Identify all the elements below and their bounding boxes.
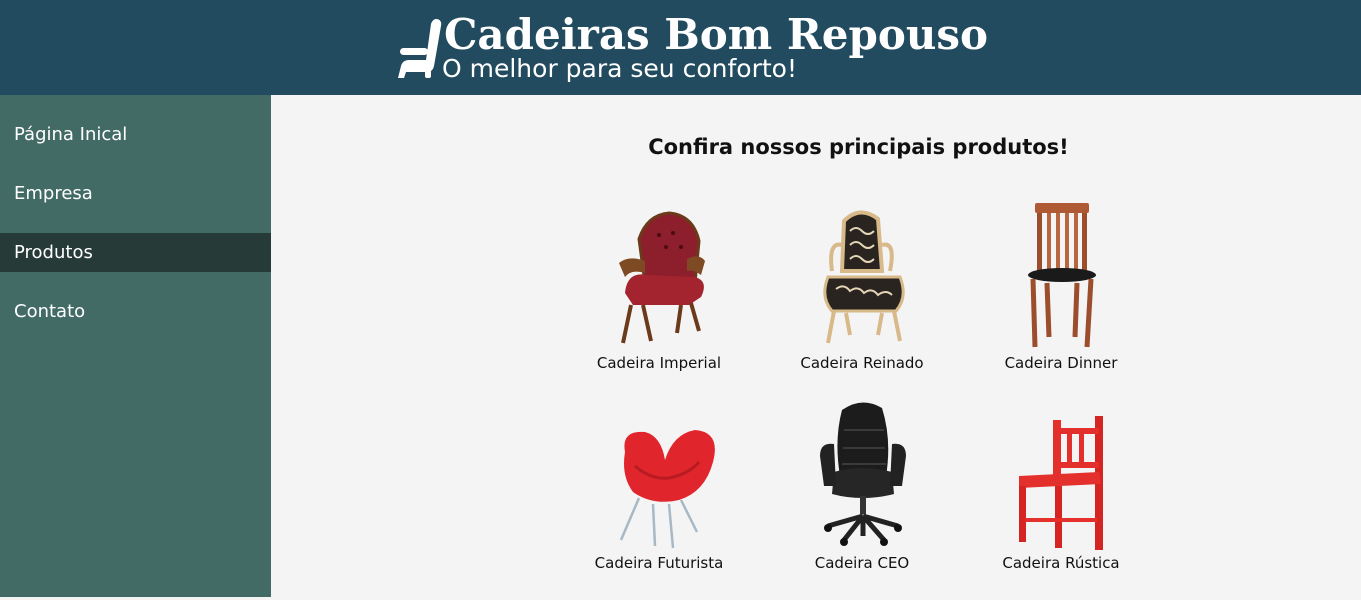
sidebar-nav: Página Inical Empresa Produtos Contato bbox=[0, 95, 271, 597]
nav-item-contato[interactable]: Contato bbox=[0, 292, 271, 331]
product-name: Cadeira Futurista bbox=[594, 554, 724, 572]
wooden-dining-chair-image bbox=[1028, 203, 1096, 348]
red-rustic-chair-image bbox=[1019, 416, 1103, 550]
product-name: Cadeira Dinner bbox=[1004, 354, 1118, 372]
product-card-dinner[interactable]: Cadeira Dinner bbox=[971, 201, 1151, 401]
product-name: Cadeira Rústica bbox=[1002, 554, 1120, 572]
chair-icon bbox=[398, 19, 442, 78]
nav-item-produtos[interactable]: Produtos bbox=[0, 233, 271, 272]
product-name: Cadeira CEO bbox=[814, 554, 910, 572]
main-content: Confira nossos principais produtos! Cade… bbox=[271, 95, 1361, 597]
site-header: Cadeiras Bom Repouso O melhor para seu c… bbox=[0, 0, 1361, 95]
product-card-reinado[interactable]: Cadeira Reinado bbox=[772, 201, 952, 401]
baroque-patterned-armchair-image bbox=[823, 210, 905, 344]
page-heading: Confira nossos principais produtos! bbox=[648, 135, 1069, 159]
product-card-ceo[interactable]: Cadeira CEO bbox=[772, 400, 952, 600]
site-subtitle: O melhor para seu conforto! bbox=[442, 54, 797, 83]
product-name: Cadeira Reinado bbox=[800, 354, 924, 372]
red-velvet-armchair-image bbox=[619, 211, 705, 344]
product-card-rustica[interactable]: Cadeira Rústica bbox=[971, 400, 1151, 600]
nav-item-empresa[interactable]: Empresa bbox=[0, 174, 271, 213]
red-futuristic-chair-image bbox=[619, 430, 715, 549]
black-office-chair-image bbox=[820, 402, 906, 546]
product-card-futurista[interactable]: Cadeira Futurista bbox=[569, 400, 749, 600]
nav-item-pagina-inicial[interactable]: Página Inical bbox=[0, 115, 271, 154]
product-card-imperial[interactable]: Cadeira Imperial bbox=[569, 201, 749, 401]
product-name: Cadeira Imperial bbox=[596, 354, 722, 372]
